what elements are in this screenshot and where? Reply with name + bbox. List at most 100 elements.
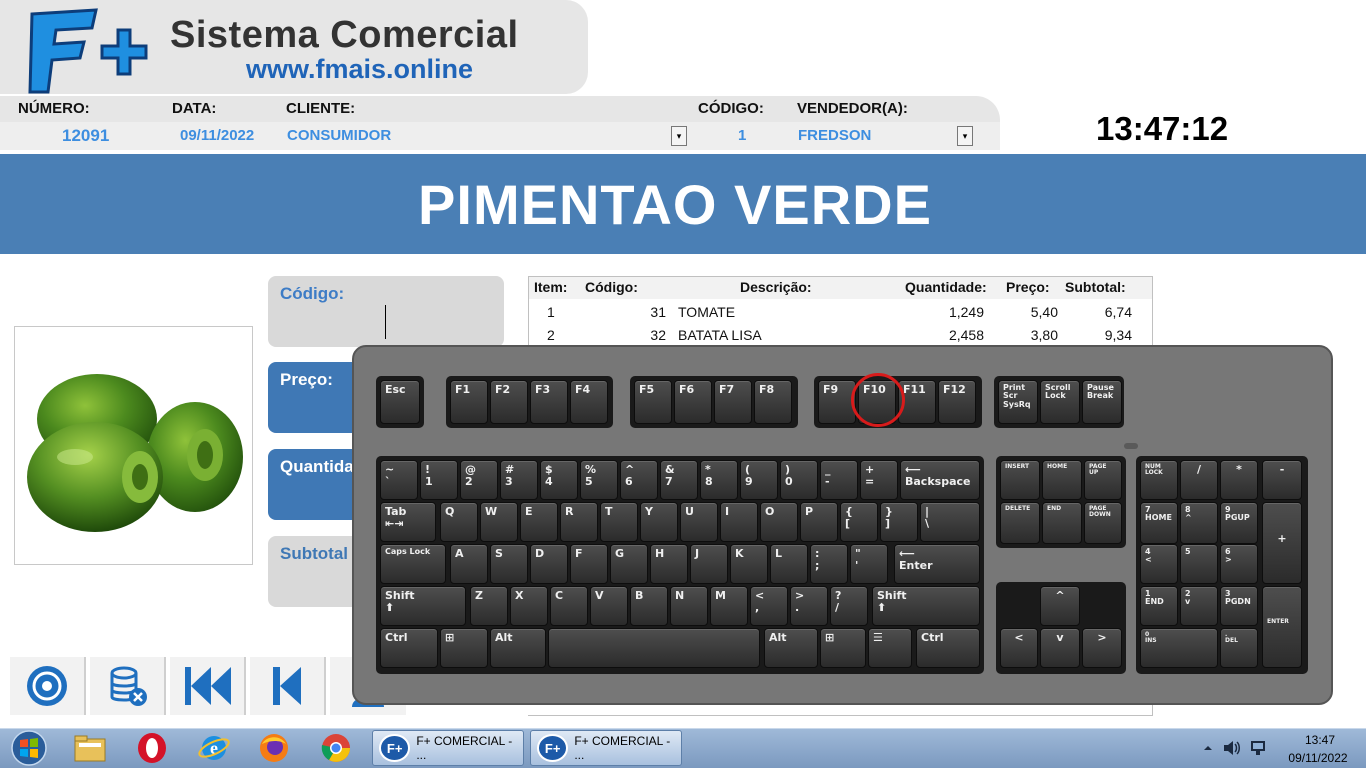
key-page-down[interactable]: PAGE DOWN [1084, 502, 1122, 544]
key-arrow-left[interactable]: < [1000, 628, 1038, 668]
cliente-dropdown-button[interactable]: ▾ [671, 126, 687, 146]
remove-item-button[interactable] [90, 657, 166, 715]
key-num-9[interactable]: 9 PGUP [1220, 502, 1258, 544]
file-explorer-button[interactable] [64, 730, 116, 766]
key-z[interactable]: Z [470, 586, 508, 626]
taskbar-task-fplus-2[interactable]: F+ F+ COMERCIAL - ... [530, 730, 682, 766]
key-page-up[interactable]: PAGE UP [1084, 460, 1122, 500]
key-x[interactable]: X [510, 586, 548, 626]
key-left-alt[interactable]: Alt [490, 628, 546, 668]
key-right-ctrl[interactable]: Ctrl [916, 628, 980, 668]
tray-time[interactable]: 13:47 [1290, 733, 1350, 747]
key-equals[interactable]: + = [860, 460, 898, 500]
key-3[interactable]: # 3 [500, 460, 538, 500]
key-g[interactable]: G [610, 544, 648, 584]
key-num-divide[interactable]: / [1180, 460, 1218, 500]
key-insert[interactable]: INSERT [1000, 460, 1040, 500]
key-num-1[interactable]: 1 END [1140, 586, 1178, 626]
key-menu[interactable]: ☰ [868, 628, 912, 668]
key-end[interactable]: END [1042, 502, 1082, 544]
key-f2[interactable]: F2 [490, 380, 528, 424]
key-period[interactable]: > . [790, 586, 828, 626]
key-num-plus[interactable]: + [1262, 502, 1302, 584]
key-a[interactable]: A [450, 544, 488, 584]
key-n[interactable]: N [670, 586, 708, 626]
key-esc[interactable]: Esc [380, 380, 420, 424]
key-i[interactable]: I [720, 502, 758, 542]
key-num-lock[interactable]: NUM LOCK [1140, 460, 1178, 500]
key-left-ctrl[interactable]: Ctrl [380, 628, 438, 668]
key-left-bracket[interactable]: { [ [840, 502, 878, 542]
key-t[interactable]: T [600, 502, 638, 542]
key-backslash[interactable]: | \ [920, 502, 980, 542]
key-arrow-right[interactable]: > [1082, 628, 1122, 668]
key-f6[interactable]: F6 [674, 380, 712, 424]
key-k[interactable]: K [730, 544, 768, 584]
key-minus[interactable]: _ - [820, 460, 858, 500]
key-tab[interactable]: Tab ⇤⇥ [380, 502, 436, 542]
key-delete[interactable]: DELETE [1000, 502, 1040, 544]
show-hidden-icons-icon[interactable] [1202, 742, 1214, 754]
key-f1[interactable]: F1 [450, 380, 488, 424]
key-m[interactable]: M [710, 586, 748, 626]
key-o[interactable]: O [760, 502, 798, 542]
key-right-shift[interactable]: Shift ⬆ [872, 586, 980, 626]
key-9[interactable]: ( 9 [740, 460, 778, 500]
key-left-shift[interactable]: Shift ⬆ [380, 586, 466, 626]
key-7[interactable]: & 7 [660, 460, 698, 500]
key-right-alt[interactable]: Alt [764, 628, 818, 668]
key-right-win[interactable]: ⊞ [820, 628, 866, 668]
key-b[interactable]: B [630, 586, 668, 626]
key-w[interactable]: W [480, 502, 518, 542]
key-f[interactable]: F [570, 544, 608, 584]
key-print-screen[interactable]: Print Scr SysRq [998, 380, 1038, 424]
tray-date[interactable]: 09/11/2022 [1280, 751, 1356, 765]
key-2[interactable]: @ 2 [460, 460, 498, 500]
key-0[interactable]: ) 0 [780, 460, 818, 500]
key-h[interactable]: H [650, 544, 688, 584]
key-f3[interactable]: F3 [530, 380, 568, 424]
key-r[interactable]: R [560, 502, 598, 542]
key-y[interactable]: Y [640, 502, 678, 542]
key-p[interactable]: P [800, 502, 838, 542]
key-arrow-down[interactable]: v [1040, 628, 1080, 668]
key-scroll-lock[interactable]: Scroll Lock [1040, 380, 1080, 424]
key-backspace[interactable]: ⟵ Backspace [900, 460, 980, 500]
app-url[interactable]: www.fmais.online [246, 54, 473, 85]
taskbar-task-fplus-1[interactable]: F+ F+ COMERCIAL - ... [372, 730, 524, 766]
key-d[interactable]: D [530, 544, 568, 584]
key-f7[interactable]: F7 [714, 380, 752, 424]
firefox-button[interactable] [248, 730, 300, 766]
key-num-8[interactable]: 8 ^ [1180, 502, 1218, 544]
vendedor-select[interactable]: FREDSON [798, 127, 871, 144]
key-space[interactable] [548, 628, 760, 668]
cliente-select[interactable]: CONSUMIDOR [287, 127, 391, 144]
key-enter[interactable]: ⟵ Enter [894, 544, 980, 584]
codigo-input[interactable]: Código: [268, 276, 504, 347]
key-e[interactable]: E [520, 502, 558, 542]
vendedor-dropdown-button[interactable]: ▾ [957, 126, 973, 146]
key-f4[interactable]: F4 [570, 380, 608, 424]
key-num-6[interactable]: 6 > [1220, 544, 1258, 584]
key-num-5[interactable]: 5 [1180, 544, 1218, 584]
key-pause-break[interactable]: Pause Break [1082, 380, 1122, 424]
key-4[interactable]: $ 4 [540, 460, 578, 500]
key-home[interactable]: HOME [1042, 460, 1082, 500]
key-quote[interactable]: " ' [850, 544, 888, 584]
key-f8[interactable]: F8 [754, 380, 792, 424]
key-l[interactable]: L [770, 544, 808, 584]
previous-record-button[interactable] [250, 657, 326, 715]
key-num-0[interactable]: 0 INS [1140, 628, 1218, 668]
key-num-minus[interactable]: - [1262, 460, 1302, 500]
key-q[interactable]: Q [440, 502, 478, 542]
key-num-dot[interactable]: . DEL [1220, 628, 1258, 668]
key-num-7[interactable]: 7 HOME [1140, 502, 1178, 544]
key-6[interactable]: ^ 6 [620, 460, 658, 500]
key-num-enter[interactable]: ENTER [1262, 586, 1302, 668]
chrome-button[interactable] [310, 730, 362, 766]
key-arrow-up[interactable]: ^ [1040, 586, 1080, 626]
key-j[interactable]: J [690, 544, 728, 584]
volume-icon[interactable] [1222, 738, 1242, 758]
key-8[interactable]: * 8 [700, 460, 738, 500]
key-left-win[interactable]: ⊞ [440, 628, 488, 668]
